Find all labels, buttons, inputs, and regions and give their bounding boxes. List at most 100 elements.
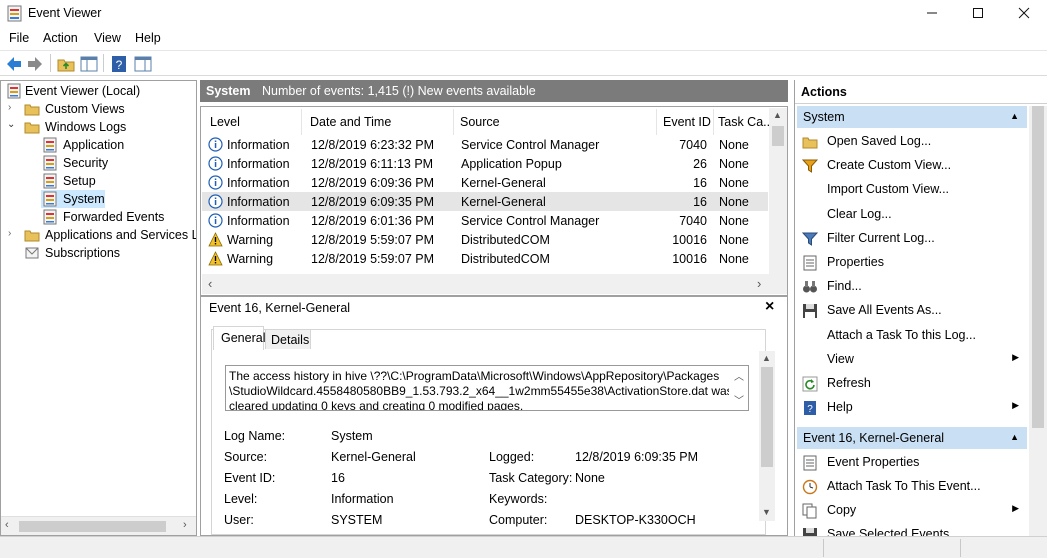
table-row[interactable]: Information 12/8/2019 6:01:36 PM Service C… bbox=[202, 211, 768, 230]
table-row[interactable]: Warning 12/8/2019 5:59:07 PM DistributedCO… bbox=[202, 230, 768, 249]
menu-file[interactable]: File bbox=[9, 31, 29, 45]
table-row[interactable]: Warning 12/8/2019 5:59:07 PM DistributedCO… bbox=[202, 249, 768, 268]
minimize-icon bbox=[927, 12, 937, 14]
table-row[interactable]: Information 12/8/2019 6:09:36 PM Kernel-Ge… bbox=[202, 173, 768, 192]
action-save-all-events-as[interactable]: Save All Events As... bbox=[795, 299, 1027, 321]
maximize-button[interactable] bbox=[955, 0, 1001, 26]
tab-details-label: Details bbox=[271, 333, 310, 347]
tree-item-root[interactable]: Event Viewer (Local) bbox=[5, 82, 193, 100]
action-find[interactable]: Find... bbox=[795, 275, 1027, 297]
tree-item-system[interactable]: System bbox=[41, 190, 105, 208]
menu-view[interactable]: View bbox=[94, 31, 121, 45]
field-label-log-name: Log Name: bbox=[224, 429, 286, 443]
chevron-right-icon[interactable]: › bbox=[8, 228, 11, 239]
column-divider[interactable] bbox=[301, 109, 302, 135]
scroll-thumb[interactable] bbox=[761, 367, 773, 467]
scroll-right-icon[interactable]: › bbox=[757, 276, 761, 291]
scroll-thumb[interactable] bbox=[772, 126, 784, 146]
show-hide-console-tree-icon[interactable] bbox=[79, 54, 99, 74]
event-description-box[interactable]: The access history in hive \??\C:\Progra… bbox=[225, 365, 749, 411]
status-divider bbox=[960, 539, 961, 557]
action-attach-task-to-this-event[interactable]: Attach Task To This Event... bbox=[795, 475, 1027, 497]
menu-action[interactable]: Action bbox=[43, 31, 78, 45]
tree-item-application[interactable]: Application bbox=[41, 136, 191, 154]
action-attach-a-task-to-this-log[interactable]: Attach a Task To this Log... bbox=[795, 324, 1027, 346]
scroll-up-icon[interactable]: ▲ bbox=[762, 353, 771, 363]
field-label-task-category: Task Category: bbox=[489, 471, 573, 485]
column-header-event-id[interactable]: Event ID bbox=[663, 115, 711, 129]
action-label: Copy bbox=[827, 503, 857, 517]
tree-item-forwarded-events[interactable]: Forwarded Events bbox=[41, 208, 191, 226]
actions-title: Actions bbox=[801, 85, 847, 99]
event-list-vertical-scrollbar[interactable]: ▲ bbox=[769, 108, 787, 274]
action-view[interactable]: View ▶ bbox=[795, 348, 1027, 370]
column-header-level[interactable]: Level bbox=[210, 115, 240, 129]
scroll-right-icon[interactable]: › bbox=[183, 519, 187, 531]
action-save-selected-events[interactable]: Save Selected Events... bbox=[795, 523, 1027, 536]
column-header-date[interactable]: Date and Time bbox=[310, 115, 391, 129]
close-detail-icon[interactable]: × bbox=[765, 298, 774, 316]
scroll-down-icon[interactable]: ▼ bbox=[762, 507, 771, 517]
svg-text:?: ? bbox=[116, 58, 123, 72]
tree-item-applications-and-services[interactable]: › Applications and Services Lo bbox=[5, 226, 196, 244]
chevron-right-icon[interactable]: › bbox=[8, 102, 11, 113]
scroll-thumb[interactable] bbox=[19, 521, 166, 532]
tree-item-security[interactable]: Security bbox=[41, 154, 191, 172]
tree-item-setup[interactable]: Setup bbox=[41, 172, 191, 190]
forward-arrow-icon[interactable] bbox=[25, 54, 45, 74]
action-clear-log[interactable]: Clear Log... bbox=[795, 203, 1027, 225]
action-filter-current-log[interactable]: Filter Current Log... bbox=[795, 227, 1027, 249]
action-properties[interactable]: Properties bbox=[795, 251, 1027, 273]
action-refresh[interactable]: Refresh bbox=[795, 372, 1027, 394]
tree-item-subscriptions[interactable]: Subscriptions bbox=[5, 244, 193, 262]
menu-help[interactable]: Help bbox=[135, 31, 161, 45]
action-open-saved-log[interactable]: Open Saved Log... bbox=[795, 130, 1027, 152]
chevron-down-icon[interactable]: ⌄ bbox=[7, 119, 15, 130]
column-divider[interactable] bbox=[656, 109, 657, 135]
tree-horizontal-scrollbar[interactable]: ‹ › bbox=[1, 516, 196, 535]
back-arrow-icon[interactable] bbox=[4, 54, 24, 74]
detail-vertical-scrollbar[interactable]: ▲ ▼ bbox=[759, 351, 775, 521]
table-row[interactable]: Information 12/8/2019 6:09:35 PM Kernel-Ge… bbox=[202, 192, 768, 211]
action-create-custom-view[interactable]: Create Custom View... bbox=[795, 154, 1027, 176]
information-icon bbox=[208, 213, 223, 228]
cell-level: Information bbox=[227, 176, 290, 190]
column-header-source[interactable]: Source bbox=[460, 115, 500, 129]
chevron-up-icon[interactable]: ︿ bbox=[734, 368, 744, 383]
cell-event-id: 7040 bbox=[679, 138, 707, 152]
actions-vertical-scrollbar[interactable] bbox=[1029, 106, 1047, 536]
tree-item-windows-logs[interactable]: ⌄ Windows Logs bbox=[5, 118, 193, 136]
column-divider[interactable] bbox=[713, 109, 714, 135]
action-event-properties[interactable]: Event Properties bbox=[795, 451, 1027, 473]
tree-item-custom-views[interactable]: › Custom Views bbox=[5, 100, 193, 118]
action-import-custom-view[interactable]: Import Custom View... bbox=[795, 178, 1027, 200]
event-list-horizontal-scrollbar[interactable]: ‹ › bbox=[202, 274, 787, 294]
tab-details[interactable]: Details bbox=[265, 329, 311, 349]
up-folder-icon[interactable] bbox=[56, 54, 76, 74]
field-label-logged: Logged: bbox=[489, 450, 535, 464]
collapse-up-icon[interactable]: ▲ bbox=[1010, 432, 1019, 442]
maximize-icon bbox=[973, 8, 983, 18]
save-icon bbox=[803, 304, 817, 319]
action-help[interactable]: ? Help ▶ bbox=[795, 396, 1027, 418]
minimize-button[interactable] bbox=[909, 0, 955, 26]
show-action-pane-icon[interactable] bbox=[133, 54, 153, 74]
table-row[interactable]: Information 12/8/2019 6:23:32 PM Service C… bbox=[202, 135, 768, 154]
scroll-left-icon[interactable]: ‹ bbox=[5, 519, 9, 531]
scroll-up-icon[interactable]: ▲ bbox=[773, 110, 782, 120]
column-header-task-category[interactable]: Task Ca... bbox=[718, 115, 774, 129]
table-row[interactable]: Information 12/8/2019 6:11:13 PM Applicati… bbox=[202, 154, 768, 173]
log-header-bar: System Number of events: 1,415 (!) New e… bbox=[200, 80, 788, 102]
actions-section-system[interactable]: System ▲ bbox=[797, 106, 1027, 128]
tab-general[interactable]: General bbox=[213, 326, 265, 350]
close-window-button[interactable] bbox=[1001, 0, 1047, 26]
collapse-up-icon[interactable]: ▲ bbox=[1010, 111, 1019, 121]
scroll-left-icon[interactable]: ‹ bbox=[208, 276, 212, 291]
column-divider[interactable] bbox=[453, 109, 454, 135]
chevron-down-icon[interactable]: ﹀ bbox=[734, 392, 744, 407]
scroll-thumb[interactable] bbox=[1032, 106, 1044, 428]
toolbar: ? bbox=[0, 50, 1047, 76]
action-copy[interactable]: Copy ▶ bbox=[795, 499, 1027, 521]
help-icon[interactable]: ? bbox=[109, 54, 129, 74]
actions-section-event[interactable]: Event 16, Kernel-General ▲ bbox=[797, 427, 1027, 449]
